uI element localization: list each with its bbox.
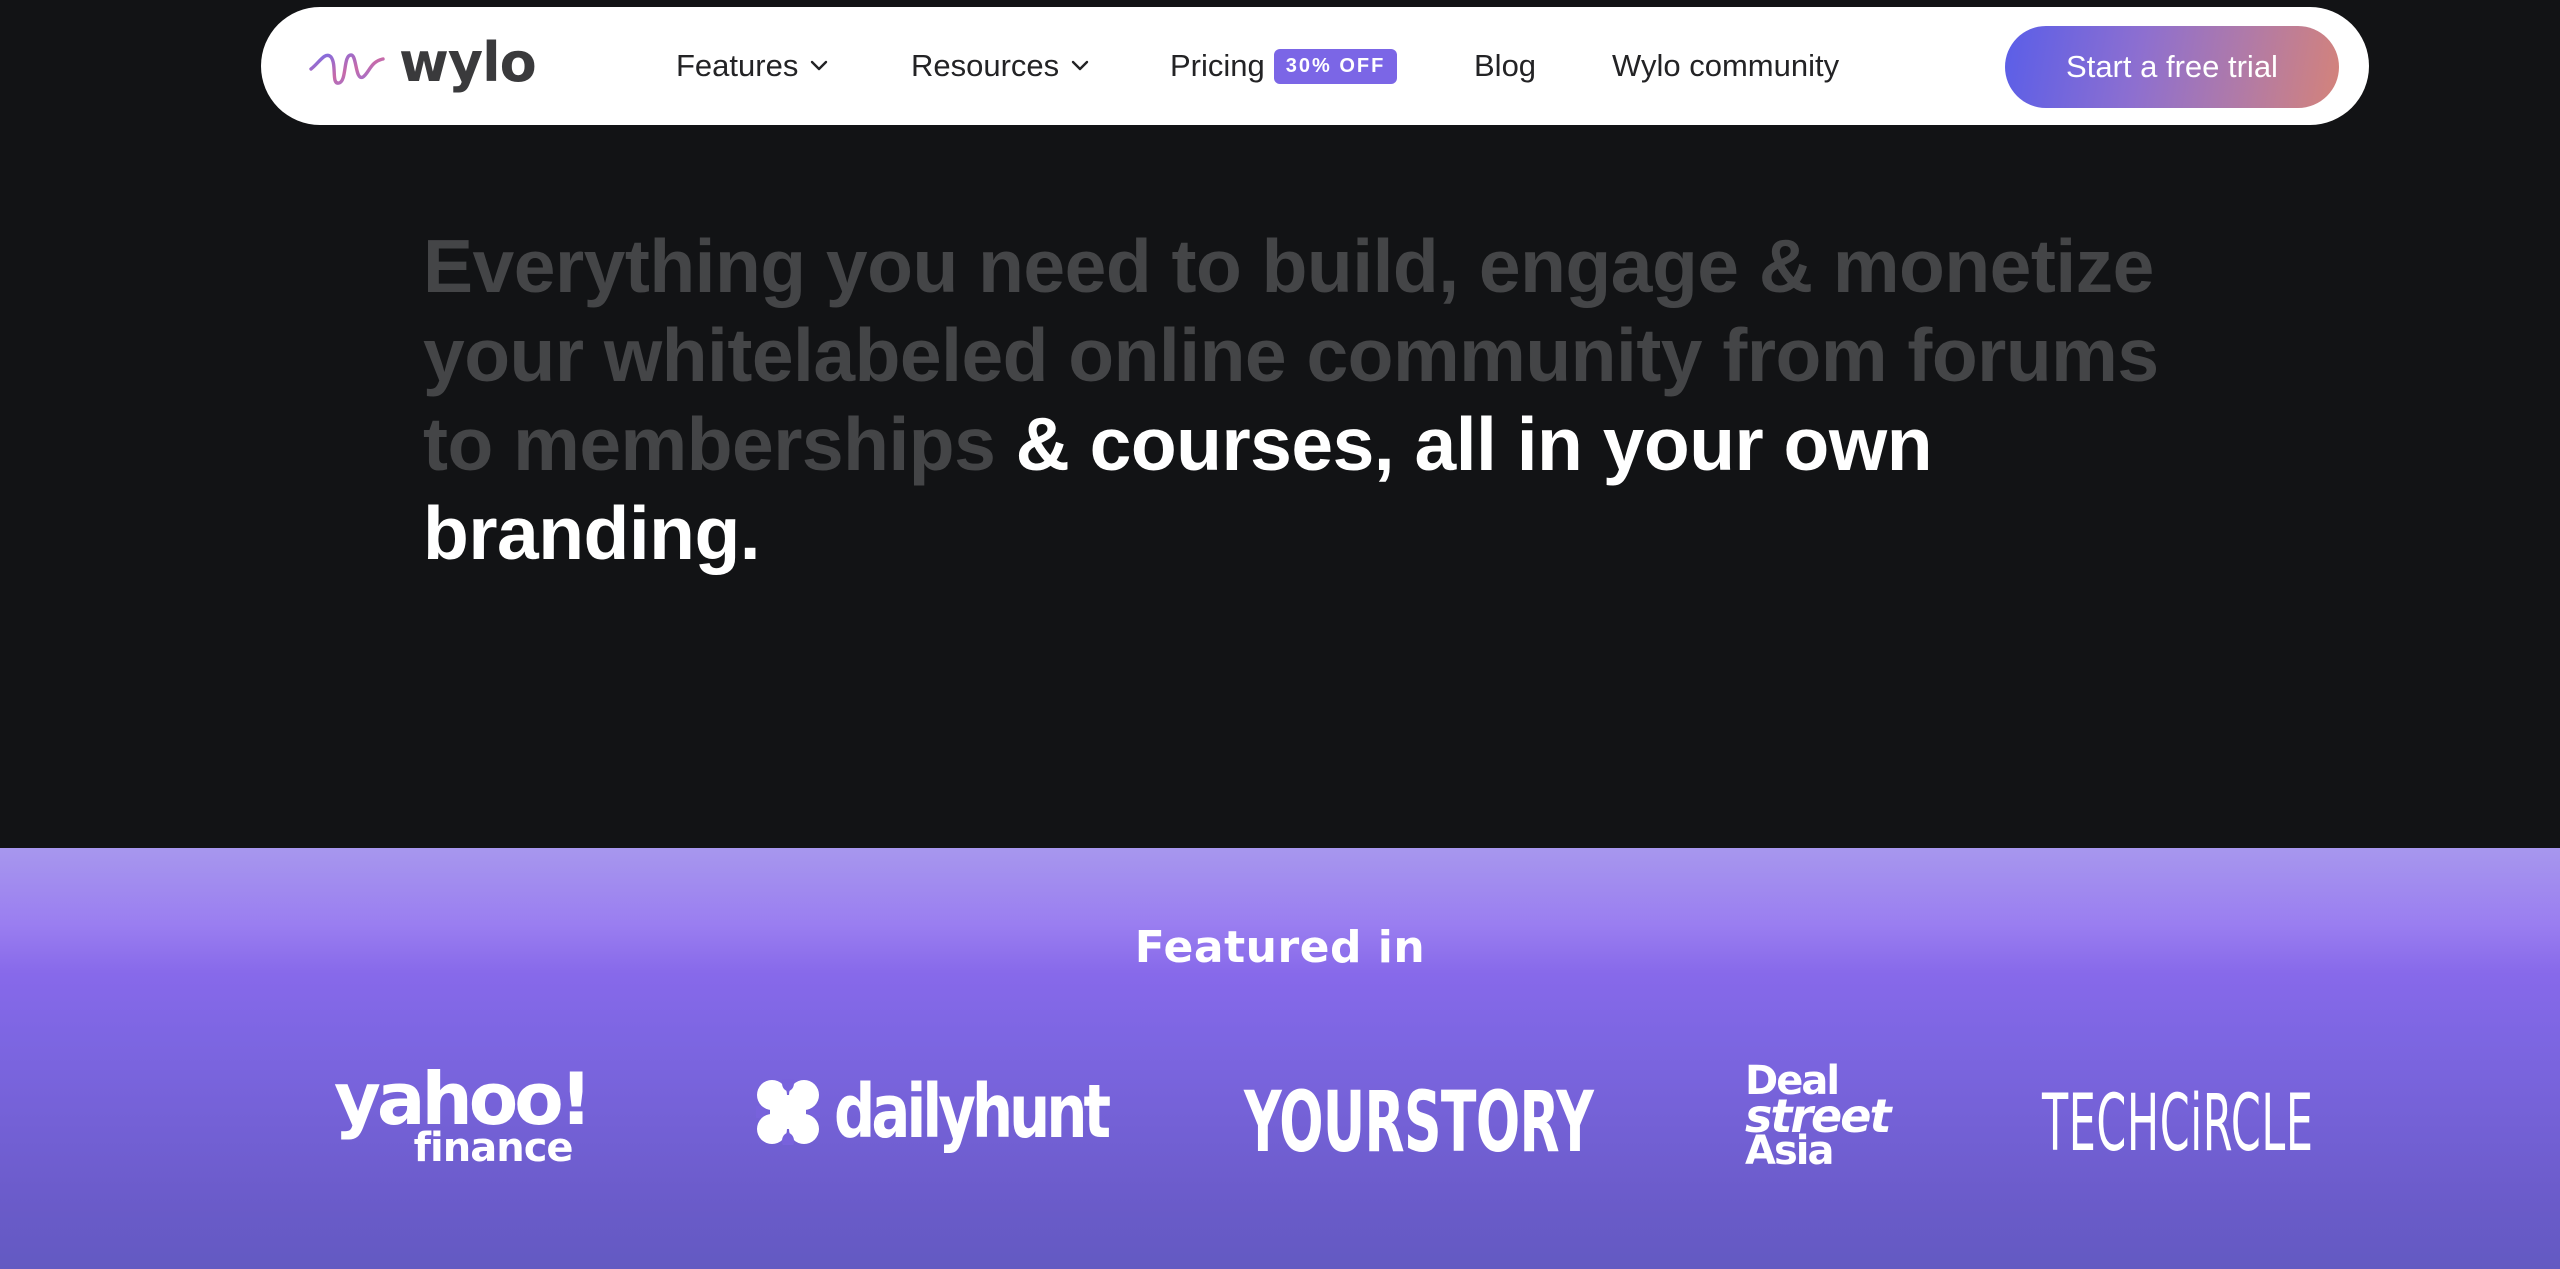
dailyhunt-clover-icon: [756, 1079, 820, 1145]
featured-in-title: Featured in: [1134, 922, 1426, 973]
techcircle-logo: TECHCiRCLE: [2042, 1079, 2314, 1169]
yourstory-logo: YOURSTORY: [1244, 1073, 1594, 1171]
featured-in-section: Featured in yahoo! finance dailyhunt YOU…: [0, 848, 2560, 1269]
dealstreetasia-line3: Asia: [1745, 1128, 1834, 1174]
chevron-down-icon: [1071, 60, 1089, 71]
nav-resources[interactable]: Resources: [911, 7, 1089, 125]
hero-headline: Everything you need to build, engage & m…: [423, 222, 2223, 578]
chevron-down-icon: [811, 60, 828, 71]
nav-pricing-label: Pricing: [1170, 48, 1265, 83]
nav-pricing[interactable]: Pricing 30% OFF: [1170, 7, 1398, 125]
nav-resources-label: Resources: [911, 48, 1060, 83]
start-free-trial-button[interactable]: Start a free trial: [2005, 26, 2339, 108]
discount-badge: 30% OFF: [1273, 48, 1398, 84]
wylo-logo[interactable]: wylo: [309, 36, 537, 93]
nav-blog[interactable]: Blog: [1474, 7, 1536, 125]
nav-wylo-community[interactable]: Wylo community: [1612, 7, 1839, 125]
top-navigation-bar: wylo Features Resources Pricing 30% OFF …: [261, 7, 2369, 125]
dailyhunt-wordmark: dailyhunt: [834, 1069, 1111, 1155]
nav-community-label: Wylo community: [1612, 48, 1840, 83]
yahoo-logo-line2: finance: [413, 1125, 574, 1171]
wylo-wave-logo-icon: [309, 53, 385, 85]
nav-blog-label: Blog: [1474, 48, 1537, 83]
dailyhunt-logo: dailyhunt: [756, 1072, 1184, 1152]
logo-wordmark: wylo: [399, 31, 537, 94]
yahoo-finance-logo: yahoo! finance: [334, 1057, 593, 1171]
dealstreetasia-logo: Deal street Asia: [1745, 1061, 1891, 1174]
yahoo-logo-line1: yahoo!: [334, 1057, 593, 1141]
nav-features-label: Features: [676, 48, 799, 83]
nav-features[interactable]: Features: [676, 7, 828, 125]
